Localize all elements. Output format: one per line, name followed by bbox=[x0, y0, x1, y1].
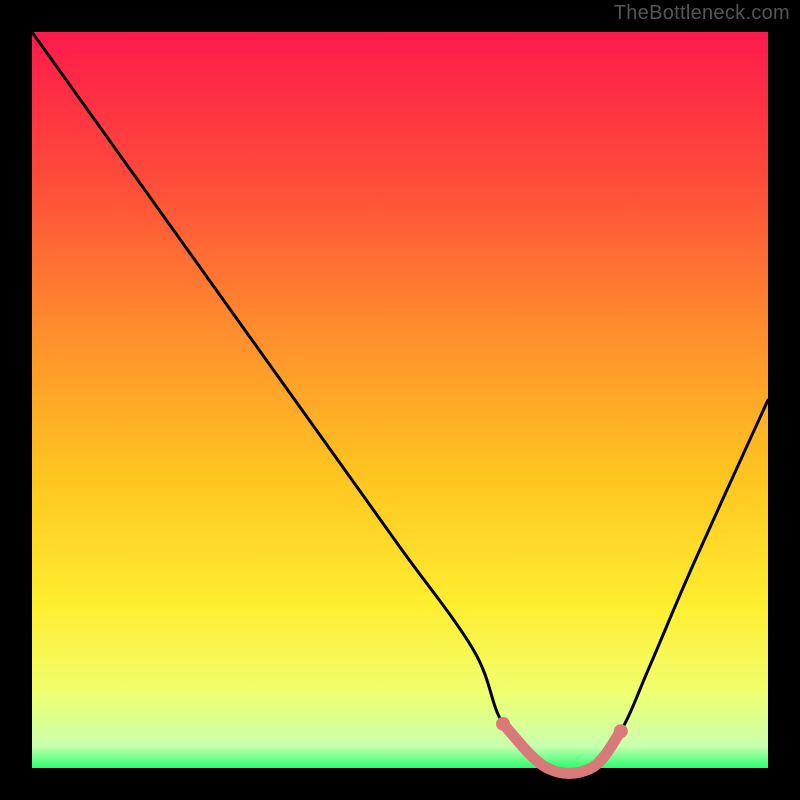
optimal-range-start-marker bbox=[496, 717, 510, 731]
bottleneck-chart bbox=[0, 0, 800, 800]
plot-background bbox=[32, 32, 768, 768]
optimal-range-end-marker bbox=[614, 724, 628, 738]
chart-stage: TheBottleneck.com bbox=[0, 0, 800, 800]
watermark-text: TheBottleneck.com bbox=[614, 2, 790, 25]
